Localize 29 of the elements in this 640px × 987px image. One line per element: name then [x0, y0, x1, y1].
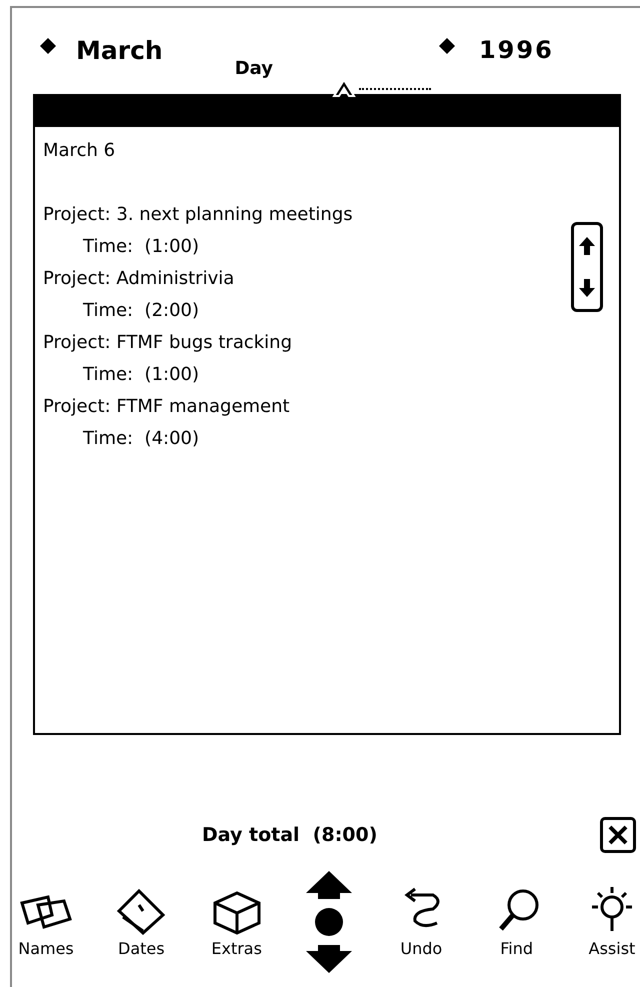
project-line: Project: Administrivia — [43, 267, 234, 291]
scroll-control[interactable] — [571, 222, 603, 312]
project-line: Project: FTMF management — [43, 395, 290, 419]
up-arrow-icon[interactable] — [578, 235, 596, 257]
time-line: Time: (1:00) — [82, 363, 200, 387]
toolbar-button[interactable]: Extras — [208, 885, 265, 958]
close-button[interactable] — [600, 817, 636, 853]
toolbar-button[interactable]: Find — [488, 885, 545, 958]
toolbar-button[interactable]: Dates — [113, 885, 170, 958]
time-line: Time: (4:00) — [82, 427, 200, 451]
time-line: Time: (1:00) — [82, 235, 200, 259]
diamond-icon — [40, 38, 56, 54]
time-line: Time: (2:00) — [82, 299, 200, 323]
toolbar-button[interactable]: Assist — [584, 885, 640, 958]
day-total: Day total (8:00) — [202, 824, 378, 846]
down-arrow-icon[interactable] — [578, 277, 596, 299]
project-line: Project: 3. next planning meetings — [43, 203, 353, 227]
diamond-icon — [438, 38, 455, 54]
view-label[interactable]: Day — [234, 58, 273, 79]
close-icon — [607, 824, 629, 846]
month-selector[interactable]: March — [76, 36, 163, 65]
year-selector[interactable]: 1996 — [478, 36, 554, 64]
project-line: Project: FTMF bugs tracking — [43, 331, 292, 355]
toolbar-button[interactable]: Undo — [393, 885, 450, 958]
dot-icon[interactable] — [314, 907, 344, 937]
scroll-up-icon[interactable] — [304, 869, 354, 901]
scroll-down-icon[interactable] — [304, 943, 354, 975]
date-heading: March 6 — [43, 139, 116, 163]
toolbar-button[interactable]: Names — [18, 885, 74, 958]
